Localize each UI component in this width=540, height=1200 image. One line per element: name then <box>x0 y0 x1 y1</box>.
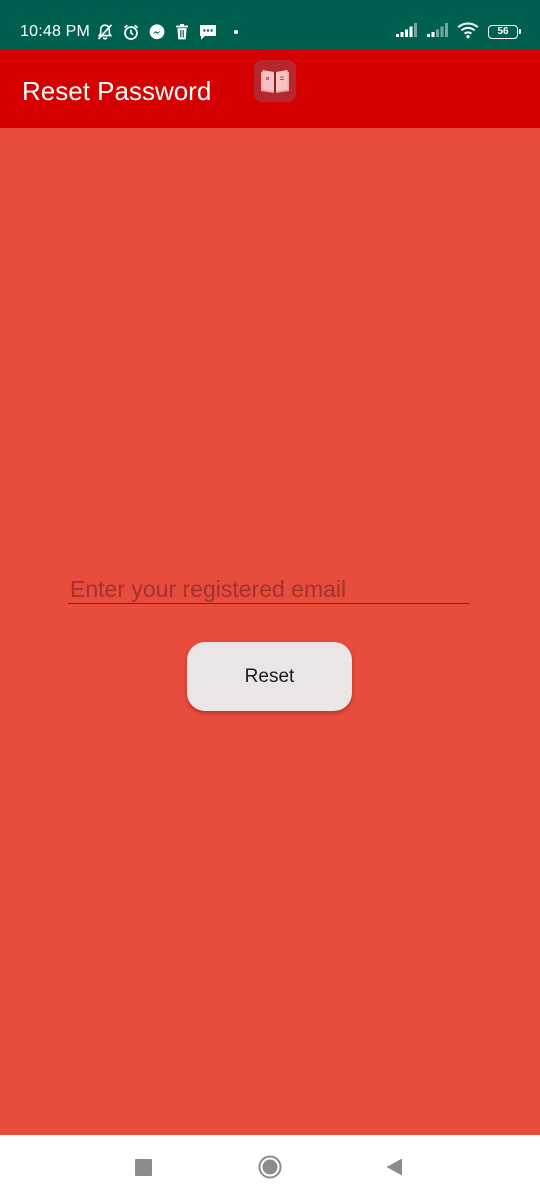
battery-level: 56 <box>497 26 509 37</box>
signal-icon <box>395 22 417 43</box>
message-icon <box>198 23 218 41</box>
back-icon[interactable] <box>385 1157 403 1177</box>
navigation-bar <box>0 1135 540 1200</box>
page-title: Reset Password <box>22 76 212 106</box>
status-bar: 10:48 PM 56 <box>0 0 540 50</box>
notifications-off-icon <box>96 23 114 41</box>
recents-icon[interactable] <box>135 1159 152 1176</box>
home-icon[interactable] <box>258 1155 282 1179</box>
battery-icon: 56 <box>488 25 521 39</box>
status-system-icons: 56 <box>395 21 521 44</box>
dot-icon <box>234 30 238 34</box>
status-time: 10:48 PM <box>20 23 91 40</box>
alarm-icon <box>122 23 140 41</box>
email-field[interactable] <box>68 576 470 604</box>
book-icon <box>254 60 296 102</box>
reset-button[interactable]: Reset <box>187 642 352 711</box>
status-notification-icons <box>96 21 238 43</box>
signal-icon <box>426 22 448 43</box>
app-bar: Reset Password <box>0 50 540 128</box>
wifi-icon <box>457 21 479 44</box>
messenger-icon <box>148 23 166 41</box>
reset-form: Reset <box>0 128 540 1135</box>
trash-icon <box>174 23 190 41</box>
